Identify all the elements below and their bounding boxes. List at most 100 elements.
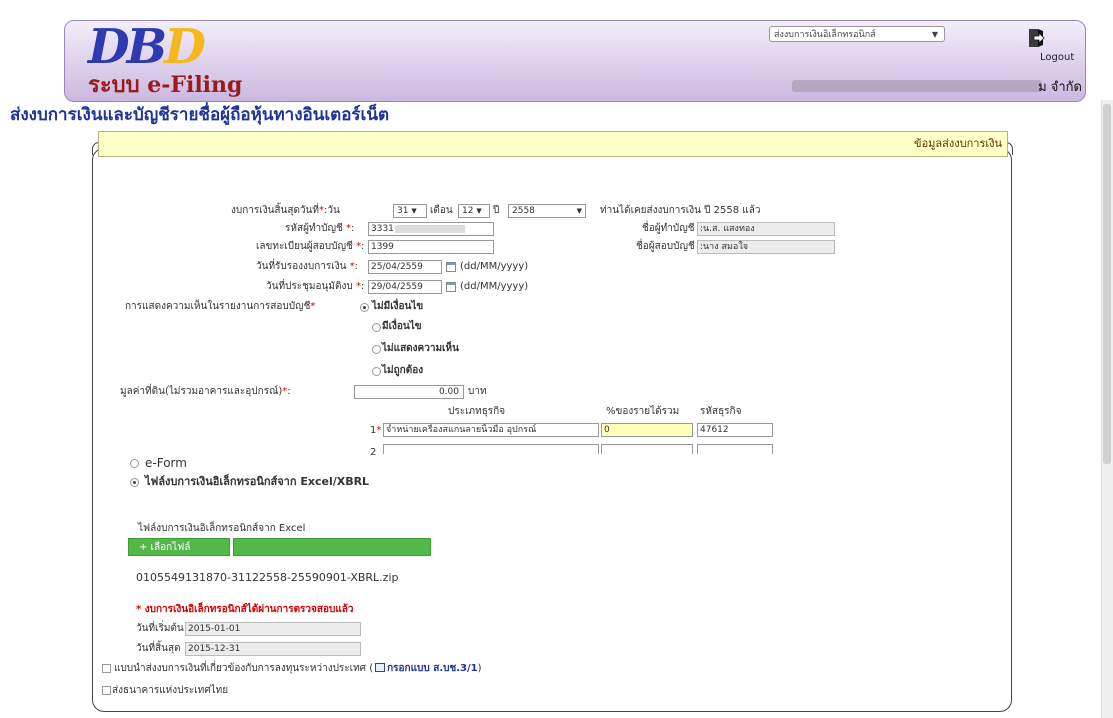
bot-label: ส่งธนาคารแห่งประเทศไทย (112, 685, 229, 696)
excel-xbrl-radio[interactable] (130, 478, 139, 487)
intl-form-link[interactable]: กรอกแบบ ส.บช.3/1 (387, 663, 478, 674)
uploaded-file-name: 0105549131870-31122558-25590901-XBRL.zip (136, 571, 399, 584)
choose-file-button[interactable]: + เลือกไฟล์ (128, 538, 230, 556)
date-format-hint: (dd/MM/yyyy) (460, 261, 529, 272)
required-mark: * (282, 386, 288, 397)
intl-form-close: ) (477, 663, 482, 674)
calendar-icon[interactable] (446, 262, 456, 272)
meeting-date-label: วันที่ประชุมอนุมัติงบ *: (266, 281, 365, 292)
certify-date-label: วันที่รับรองงบการเงิน *: (256, 261, 358, 272)
scrollbar-thumb[interactable] (1103, 104, 1111, 464)
intl-form-checkbox[interactable] (102, 664, 111, 673)
logo-text-accent: D (164, 19, 206, 75)
accountant-name-field: :น.ส. แสงทอง (697, 222, 835, 236)
day-value: 31 (397, 206, 409, 216)
biz-type-value: จำหน่ายเครื่องสแกนลายนิ้วมือ อุปกรณ์ (386, 425, 537, 435)
opinion-option-label: ไม่มีเงื่อนไข (372, 301, 424, 312)
opinion-label: การแสดงความเห็นในรายงานการสอบบัญชี* (125, 300, 315, 314)
chevron-down-icon: ▼ (931, 30, 938, 39)
section-title: ข้อมูลส่งงบการเงิน (914, 137, 1002, 150)
land-value-input[interactable]: 0.00 (354, 385, 464, 399)
opinion-radio-unqualified[interactable] (360, 303, 369, 312)
opinion-radio-adverse[interactable] (372, 367, 381, 376)
file-name-bar (233, 538, 431, 556)
accountant-id-label: รหัสผู้ทำบัญชี *: (285, 223, 355, 234)
opinion-radio-qualified[interactable] (372, 323, 381, 332)
meeting-date-value: 29/04/2559 (371, 282, 423, 292)
land-value-unit: บาท (468, 386, 487, 397)
pct-income-input[interactable] (601, 444, 693, 454)
accountant-name-label: ชื่อผู้ทำบัญชี (642, 223, 695, 234)
opinion-option-label: มีเงื่อนไข (382, 321, 422, 332)
excel-xbrl-label: ไฟล์งบการเงินอิเล็กทรอนิกส์จาก Excel/XBR… (145, 475, 370, 488)
row-number: 1* (370, 424, 381, 438)
accountant-id-input[interactable]: 3331 (368, 222, 494, 236)
eform-radio[interactable] (130, 459, 139, 468)
verified-note: * งบการเงินอิเล็กทรอนิกส์ได้ผ่านการตรวจส… (136, 604, 354, 615)
end-date-label: วันที่สิ้นสุด (136, 643, 181, 654)
logout-icon[interactable] (1028, 28, 1046, 48)
end-date-field: 2015-12-31 (185, 642, 361, 656)
day-label: วัน (327, 205, 340, 216)
auditor-name-value: :นาง สมอใจ (700, 242, 748, 252)
certify-date-value: 25/04/2559 (371, 262, 423, 272)
excel-file-label: ไฟล์งบการเงินอิเล็กทรอนิกส์จาก Excel (138, 523, 306, 534)
auditor-reg-input[interactable]: 1399 (368, 240, 494, 254)
certify-date-label-text: วันที่รับรองงบการเงิน (256, 261, 347, 272)
already-submitted-note: ท่านได้เคยส่งงบการเงิน ปี 2558 แล้ว (600, 205, 761, 216)
biz-code-header: รหัสธุรกิจ (700, 406, 742, 417)
month-label: เดือน (430, 205, 453, 216)
auditor-reg-label-text: เลขทะเบียนผู้สอบบัญชี (256, 241, 353, 252)
fs-end-date-label: งบการเงินสิ้นสุดวันที่*:วัน (231, 205, 340, 216)
biz-type-header: ประเภทธุรกิจ (448, 406, 506, 417)
auditor-name-label: ชื่อผู้สอบบัญชี (636, 241, 695, 252)
certify-date-input[interactable]: 25/04/2559 (368, 260, 442, 274)
eform-label: e-Form (145, 456, 187, 470)
chevron-down-icon: ▼ (411, 207, 417, 215)
biz-code-input[interactable] (697, 444, 773, 454)
biz-code-value: 47612 (700, 425, 729, 435)
accountant-name-value: :น.ส. แสงทอง (700, 224, 755, 234)
row-number: 2 (370, 447, 377, 458)
required-mark: * (319, 205, 324, 216)
end-date-value: 2015-12-31 (188, 644, 241, 654)
bot-checkbox[interactable] (102, 686, 111, 695)
auditor-name-field: :นาง สมอใจ (697, 240, 835, 254)
biz-type-input[interactable] (383, 444, 599, 454)
land-value-label-text: มูลค่าที่ดิน(ไม่รวมอาคารและอุปกรณ์) (120, 386, 283, 397)
land-value-label: มูลค่าที่ดิน(ไม่รวมอาคารและอุปกรณ์)*: (120, 386, 291, 397)
meeting-date-input[interactable]: 29/04/2559 (368, 280, 442, 294)
month-select[interactable]: 12 ▼ (458, 204, 490, 218)
required-mark: * (355, 281, 361, 292)
date-format-hint: (dd/MM/yyyy) (460, 281, 529, 292)
opinion-option-label: ไม่ถูกต้อง (382, 365, 424, 376)
calendar-icon[interactable] (446, 282, 456, 292)
biz-code-input[interactable]: 47612 (697, 423, 773, 437)
intl-form-row: แบบนำส่งงบการเงินที่เกี่ยวข้องกับการลงทุ… (114, 662, 482, 676)
opinion-radio-disclaimer[interactable] (372, 345, 381, 354)
accountant-id-label-text: รหัสผู้ทำบัญชี (285, 223, 343, 234)
start-date-value: 2015-01-01 (188, 624, 241, 634)
pct-income-input[interactable]: 0 (601, 423, 693, 437)
logout-link[interactable]: Logout (1040, 52, 1074, 63)
biz-type-input[interactable]: จำหน่ายเครื่องสแกนลายนิ้วมือ อุปกรณ์ (383, 423, 599, 437)
intl-form-label: แบบนำส่งงบการเงินที่เกี่ยวข้องกับการลงทุ… (114, 663, 374, 674)
year-select[interactable]: 2558 ▼ (508, 204, 586, 218)
chevron-down-icon: ▼ (576, 207, 582, 215)
auditor-reg-value: 1399 (371, 242, 394, 252)
menu-select[interactable]: ส่งงบการเงินอิเล็กทรอนิกส์ ▼ (769, 26, 945, 42)
system-label: ระบบ e-Filing (88, 72, 243, 98)
meeting-date-label-text: วันที่ประชุมอนุมัติงบ (266, 281, 353, 292)
auditor-reg-label: เลขทะเบียนผู้สอบบัญชี *: (256, 241, 365, 252)
required-mark: * (345, 223, 351, 234)
required-mark: * (349, 261, 355, 272)
year-value: 2558 (512, 206, 535, 216)
start-date-label: วันที่เริ่มต้น (136, 623, 184, 634)
opinion-option-label: ไม่แสดงความเห็น (382, 343, 459, 354)
day-select[interactable]: 31 ▼ (393, 204, 427, 218)
page-title: ส่งงบการเงินและบัญชีรายชื่อผู้ถือหุ้นทาง… (10, 105, 390, 125)
opinion-label-text: การแสดงความเห็นในรายงานการสอบบัญชี (125, 301, 311, 312)
chevron-down-icon: ▼ (476, 207, 482, 215)
required-mark: * (355, 241, 361, 252)
accountant-id-value: 3331 (371, 224, 394, 234)
